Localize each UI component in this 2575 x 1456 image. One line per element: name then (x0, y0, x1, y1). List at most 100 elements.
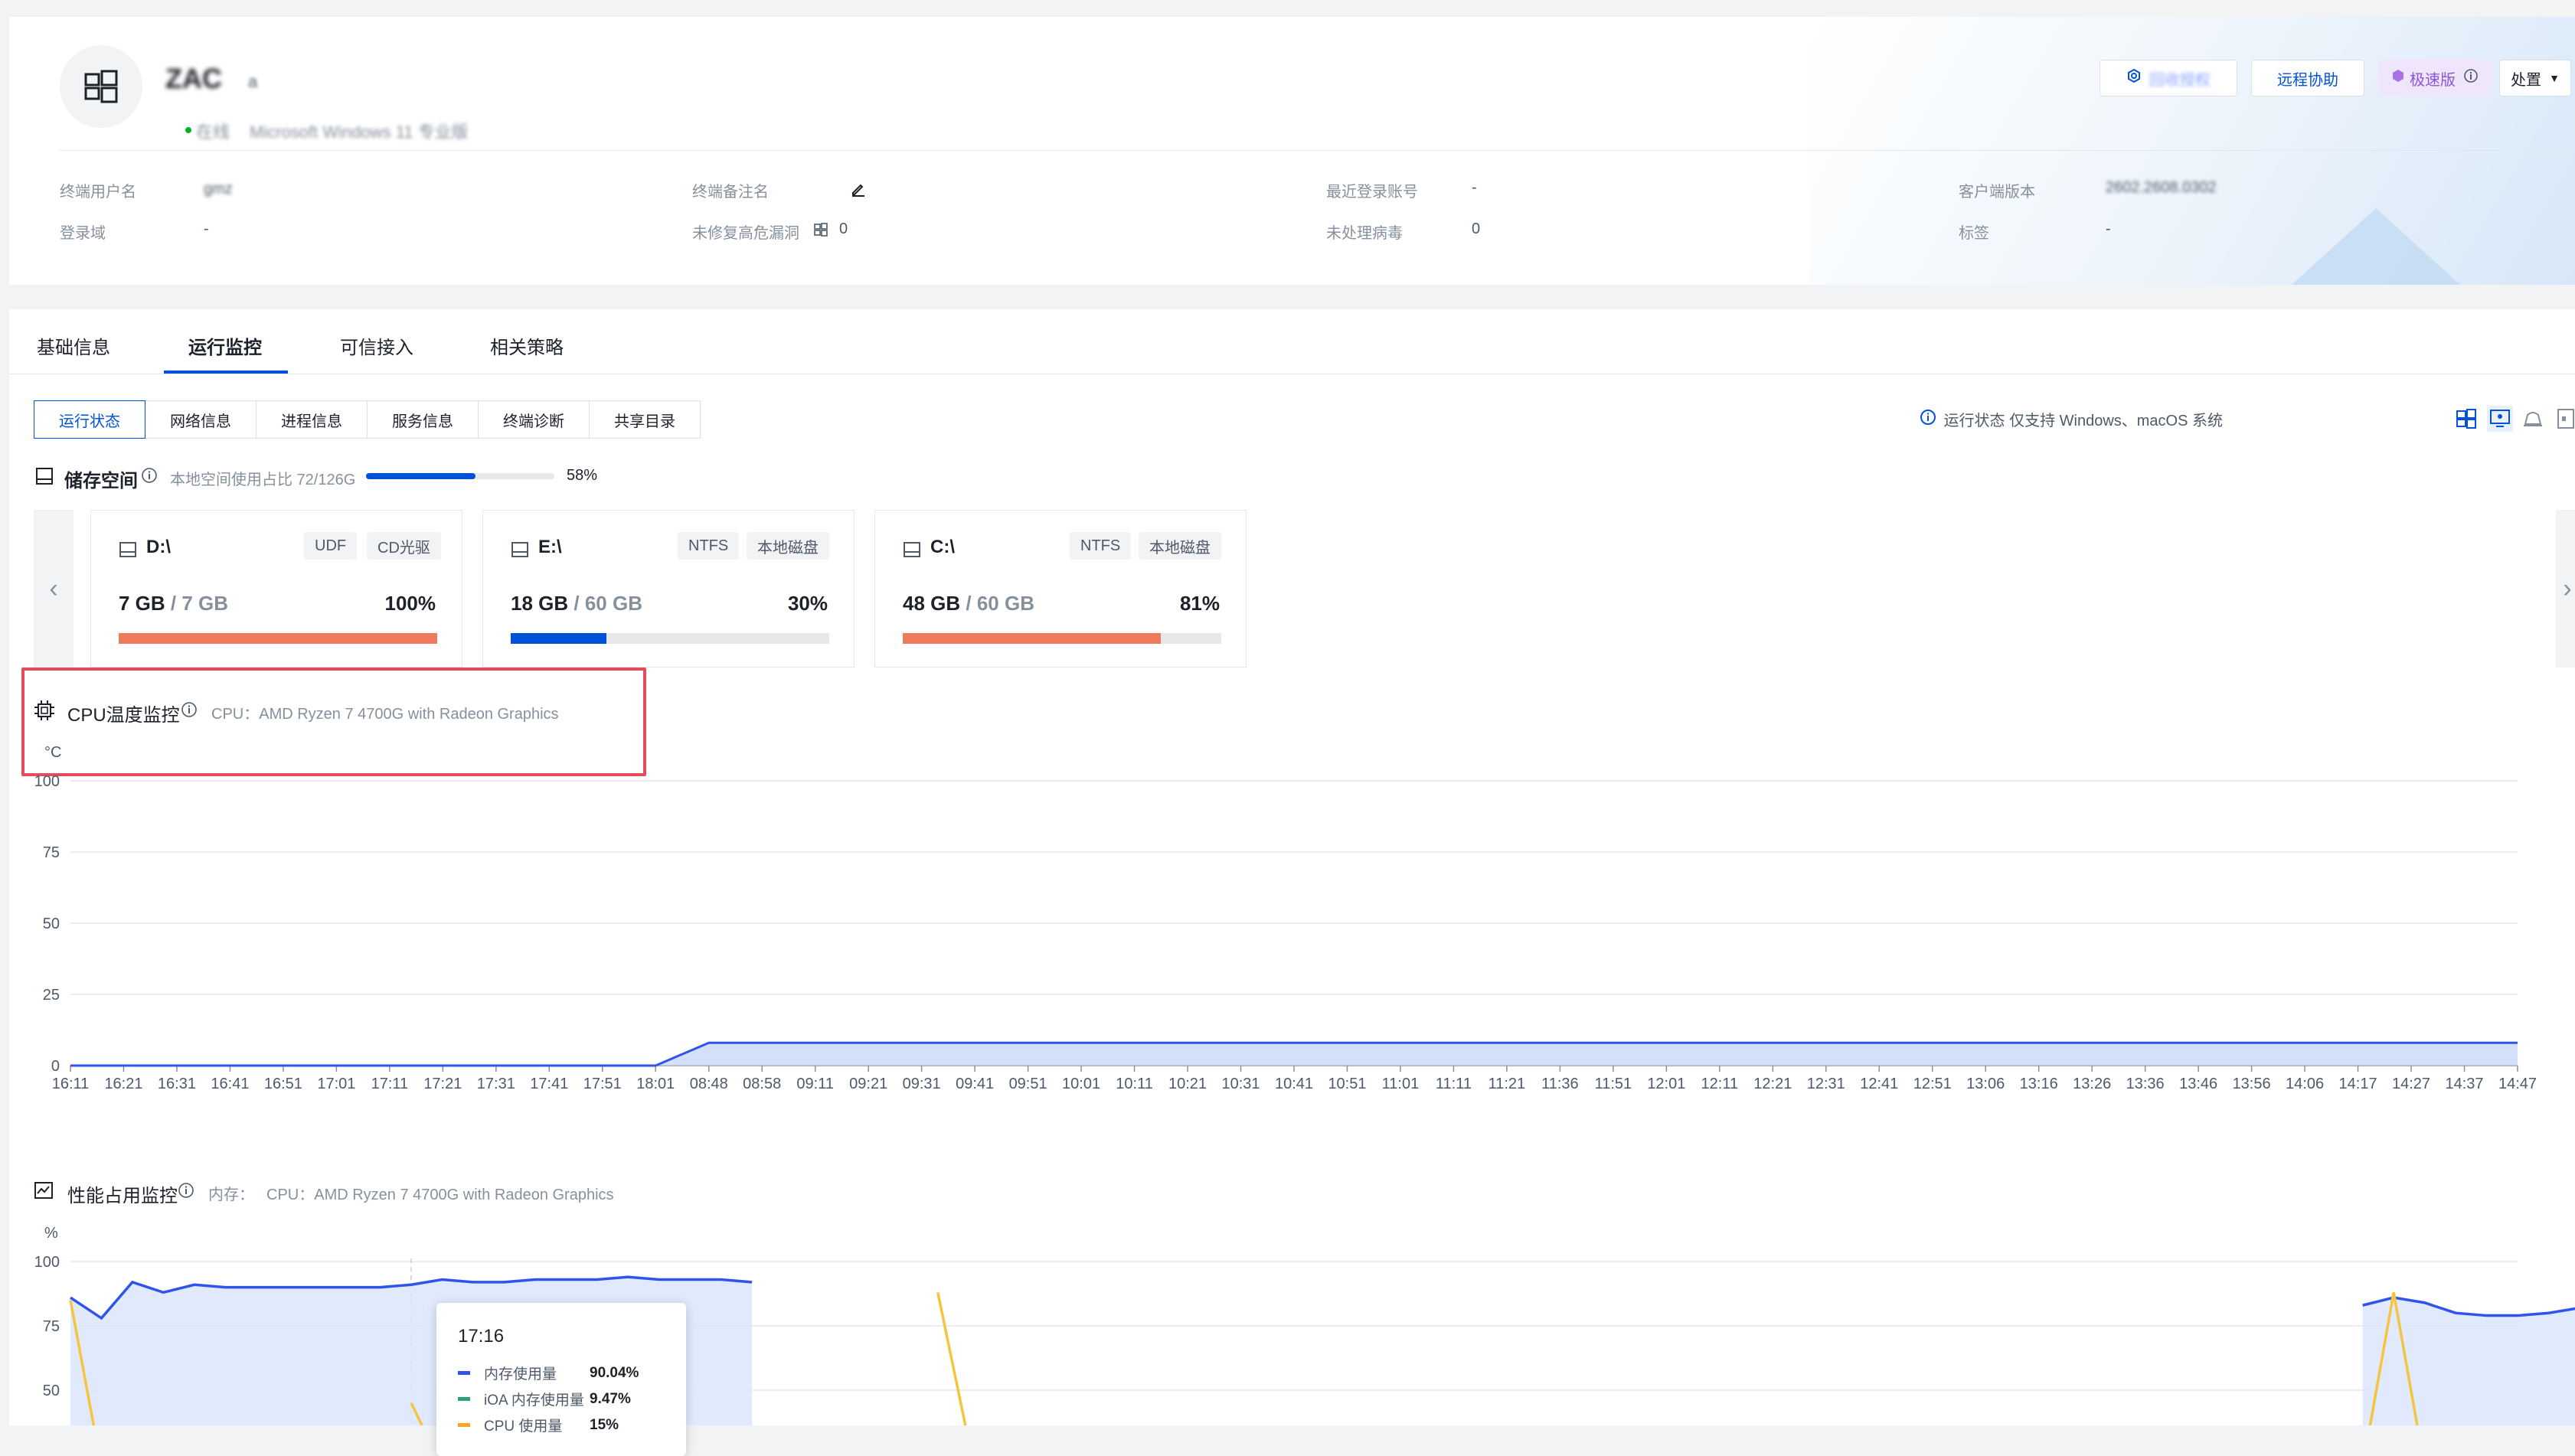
chevron-down-icon: ▼ (2549, 72, 2560, 84)
edit-remark-icon[interactable] (850, 181, 867, 201)
disk-fs-tag: NTFS (678, 532, 740, 560)
x-tick-label: 10:01 (1062, 1076, 1100, 1092)
info-label-tag: 标签 (1959, 225, 1989, 242)
info-label-client-version: 客户端版本 (1959, 184, 2035, 201)
dispose-dropdown[interactable]: 处置 ▼ (2499, 60, 2571, 96)
disk-card-c: C:\ NTFS 本地磁盘 48 GB / 60 GB 81% (874, 510, 1247, 668)
x-tick-label: 17:31 (477, 1076, 515, 1092)
mobile-os-icon[interactable] (2556, 407, 2575, 434)
info-value-tag: - (2106, 220, 2111, 237)
info-label-domain: 登录域 (60, 225, 106, 242)
info-value-virus[interactable]: 0 (1472, 220, 1480, 238)
subtab-diagnosis[interactable]: 终端诊断 (478, 400, 590, 439)
y-tick-label: 50 (43, 1383, 60, 1399)
active-tab-indicator (164, 371, 288, 374)
x-tick-label: 09:51 (1009, 1076, 1047, 1092)
x-tick-label: 12:41 (1860, 1076, 1898, 1092)
disk-next-button[interactable]: › (2556, 510, 2575, 668)
y-tick-label: 25 (43, 987, 60, 1004)
info-value-username: gmz (204, 181, 233, 198)
tab-trusted-access[interactable]: 可信接入 (340, 332, 413, 359)
perf-memory-label: 内存： (208, 1187, 254, 1203)
disk-usage-fill (119, 633, 437, 644)
chevron-left-icon: ‹ (49, 573, 58, 603)
info-value-vuln[interactable]: 0 (839, 220, 848, 238)
tab-runtime-monitor[interactable]: 运行监控 (188, 332, 262, 359)
subtab-run-status[interactable]: 运行状态 (34, 400, 145, 439)
disk-usage-bar (511, 633, 829, 644)
y-tick-label: 100 (34, 773, 60, 790)
disk-usage-bar (119, 633, 437, 644)
perf-subtitle: CPU：AMD Ryzen 7 4700G with Radeon Graphi… (266, 1187, 614, 1203)
disk-name: D:\ (146, 537, 171, 557)
info-label-username: 终端用户名 (60, 184, 136, 201)
storage-progress-bar (366, 473, 554, 479)
x-tick-label: 10:41 (1275, 1076, 1313, 1092)
x-tick-label: 16:51 (264, 1076, 302, 1092)
disk-name: C:\ (930, 537, 955, 557)
x-tick-label: 13:16 (2020, 1076, 2058, 1092)
os-version: Microsoft Windows 11 专业版 (250, 122, 469, 142)
legend-swatch (458, 1397, 470, 1401)
disk-usage: 18 GB / 60 GB (511, 592, 642, 615)
info-icon[interactable] (141, 467, 158, 488)
disk-prev-button[interactable]: ‹ (34, 510, 74, 668)
info-icon[interactable] (2463, 68, 2479, 88)
cpu-line (936, 1291, 967, 1425)
storage-title: 储存空间 (64, 471, 138, 491)
info-value-last-login: - (1472, 179, 1477, 196)
disk-icon (903, 541, 921, 562)
info-value-client-version: 2602.2608.0302 (2106, 179, 2217, 196)
disk-icon (119, 541, 137, 562)
x-tick-label: 10:21 (1168, 1076, 1207, 1092)
speed-edition-badge[interactable]: 极速版 (2378, 60, 2492, 96)
disk-name: E:\ (538, 537, 562, 557)
support-note-text: 运行状态 仅支持 Windows、macOS 系统 (1943, 413, 2223, 429)
x-tick-label: 09:11 (796, 1076, 834, 1092)
disk-usage-bar (903, 633, 1221, 644)
performance-icon (34, 1180, 54, 1204)
tooltip-label: 内存使用量 (484, 1366, 557, 1383)
storage-summary: 本地空间使用占比 72/126G (170, 472, 356, 488)
tooltip-value: 9.47% (590, 1390, 631, 1407)
windows-device-icon (60, 45, 142, 128)
subtab-shared-dir[interactable]: 共享目录 (589, 400, 701, 439)
tab-basic-info[interactable]: 基础信息 (37, 332, 110, 359)
tab-related-policy[interactable]: 相关策略 (490, 332, 564, 359)
x-tick-label: 17:01 (317, 1076, 355, 1092)
performance-chart: 50 75 100 (34, 1254, 2575, 1425)
x-tick-label: 16:11 (52, 1076, 90, 1092)
subtab-process[interactable]: 进程信息 (256, 400, 368, 439)
remote-assist-button[interactable]: 远程协助 (2251, 60, 2364, 96)
windows-os-icon[interactable] (2455, 407, 2478, 434)
x-tick-label: 16:41 (211, 1076, 249, 1092)
chart-tooltip: 17:16 内存使用量 90.04% iOA 内存使用量 9.47% CPU 使… (436, 1303, 686, 1456)
macos-os-icon[interactable] (2487, 406, 2513, 432)
x-tick-label: 09:41 (956, 1076, 994, 1092)
device-name: ZAC (165, 63, 222, 94)
x-tick-label: 09:21 (849, 1076, 887, 1092)
disk-card-e: E:\ NTFS 本地磁盘 18 GB / 60 GB 30% (482, 510, 855, 668)
windows-small-icon (813, 222, 828, 241)
x-tick-label: 11:11 (1436, 1076, 1472, 1092)
x-tick-label: 14:47 (2498, 1076, 2537, 1092)
x-tick-label: 13:56 (2233, 1076, 2271, 1092)
subtab-service[interactable]: 服务信息 (367, 400, 479, 439)
subtab-network[interactable]: 网络信息 (145, 400, 257, 439)
disk-usage: 7 GB / 7 GB (119, 592, 229, 615)
revoke-auth-button[interactable]: 回收授权 (2100, 60, 2237, 96)
linux-os-icon[interactable] (2521, 407, 2545, 434)
info-label-last-login: 最近登录账号 (1326, 184, 1418, 201)
info-icon[interactable] (178, 1182, 194, 1203)
disk-percent: 100% (384, 592, 436, 615)
disk-type-tag: CD光驱 (367, 532, 441, 560)
online-status-text: 在线 (196, 122, 230, 142)
x-tick-label: 10:11 (1116, 1076, 1153, 1092)
disk-fs-tag: UDF (304, 532, 358, 560)
disk-usage: 48 GB / 60 GB (903, 592, 1034, 615)
x-tick-label: 12:01 (1647, 1076, 1685, 1092)
disk-percent: 81% (1179, 592, 1220, 615)
info-icon (1920, 409, 1936, 430)
disk-fs-tag: NTFS (1070, 532, 1132, 560)
x-tick-label: 13:26 (2073, 1076, 2111, 1092)
